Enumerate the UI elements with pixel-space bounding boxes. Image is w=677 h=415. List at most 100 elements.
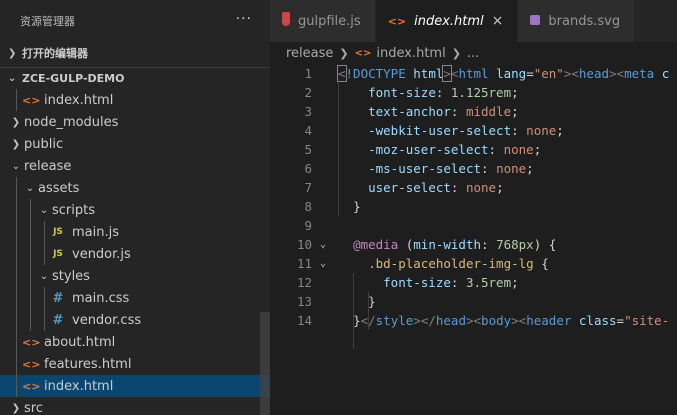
code-line[interactable]: 13 }	[270, 292, 677, 311]
tree-item[interactable]: ⌄ release	[0, 155, 270, 177]
code-line[interactable]: 6 -ms-user-select: none;	[270, 159, 677, 178]
html-file-icon: <>	[22, 379, 41, 393]
tree-indent-guide	[16, 199, 17, 221]
code-text: -webkit-user-select: none;	[368, 123, 564, 138]
tree-item[interactable]: # vendor.css	[0, 309, 270, 331]
chevron-right-icon: ❯	[11, 402, 21, 414]
chevron-right-icon: ❯	[11, 138, 21, 150]
breadcrumb-symbol[interactable]: ...	[467, 46, 479, 61]
code-text: user-select: none;	[368, 180, 504, 195]
sidebar-scrollbar[interactable]	[260, 312, 270, 415]
more-actions-icon[interactable]: ···	[236, 11, 252, 27]
tree-indent-guide	[30, 309, 31, 331]
html-icon: <>	[387, 14, 407, 28]
code-text: }	[368, 294, 376, 309]
tree-indent-guide	[16, 177, 17, 199]
tree-indent-guide	[30, 199, 31, 221]
explorer-header: 资源管理器 ···	[0, 0, 270, 42]
html-file-icon: <>	[22, 93, 41, 107]
code-text: -ms-user-select: none;	[368, 161, 534, 176]
code-line[interactable]: 4 -webkit-user-select: none;	[270, 121, 677, 140]
tree-indent-guide	[16, 353, 17, 375]
tab-bar: gulpfile.js <> index.html × brands.svg	[270, 0, 677, 42]
chevron-right-icon: ❯	[339, 46, 349, 60]
close-icon[interactable]: ×	[492, 13, 504, 29]
tree-item[interactable]: <> features.html	[0, 353, 270, 375]
tree-item-label: main.js	[72, 224, 119, 240]
tab-gulpfile[interactable]: gulpfile.js	[270, 0, 376, 42]
tree-item-label: features.html	[44, 356, 132, 372]
tree-item[interactable]: JS vendor.js	[0, 243, 270, 265]
tree-item-label: main.css	[72, 290, 130, 306]
code-text: }</style></head><body><header class="sit…	[353, 313, 670, 328]
code-line[interactable]: 10 ⌄ @media (min-width: 768px) {	[270, 235, 677, 254]
explorer-title: 资源管理器	[20, 15, 75, 28]
tree-item[interactable]: ❯ public	[0, 133, 270, 155]
tree-item[interactable]: ❯ src	[0, 397, 270, 415]
tree-indent-guide	[16, 331, 17, 353]
code-line[interactable]: 7 user-select: none;	[270, 178, 677, 197]
tree-item[interactable]: ⌄ scripts	[0, 199, 270, 221]
tree-item-label: index.html	[44, 378, 114, 394]
code-line[interactable]: 14 }</style></head><body><header class="…	[270, 311, 677, 330]
tree-item-label: vendor.css	[72, 312, 142, 328]
code-line[interactable]: 12 font-size: 3.5rem;	[270, 273, 677, 292]
code-line[interactable]: 1 <!DOCTYPE html><html lang="en"><head><m…	[270, 64, 677, 83]
code-line[interactable]: 3 text-anchor: middle;	[270, 102, 677, 121]
fold-chevron-icon[interactable]: ⌄	[320, 254, 326, 273]
tree-indent-guide	[16, 265, 17, 287]
tree-indent-guide	[16, 243, 17, 265]
tree-item[interactable]: <> index.html	[0, 375, 270, 397]
code-text: -moz-user-select: none;	[368, 142, 542, 157]
line-number: 4	[304, 123, 312, 138]
line-number: 6	[304, 161, 312, 176]
code-line[interactable]: 9	[270, 216, 677, 235]
code-text: font-size: 1.125rem;	[368, 85, 519, 100]
breadcrumb-file[interactable]: index.html	[376, 46, 445, 61]
code-line[interactable]: 11 ⌄ .bd-placeholder-img-lg {	[270, 254, 677, 273]
tree-item[interactable]: # main.css	[0, 287, 270, 309]
line-number: 1	[304, 66, 312, 81]
tab-brands-svg[interactable]: brands.svg	[518, 0, 636, 42]
line-number: 10	[296, 237, 312, 252]
tree-item-label: scripts	[52, 202, 95, 218]
open-editors-section[interactable]: ❯ 打开的编辑器	[0, 42, 270, 64]
tree-indent-guide	[16, 287, 17, 309]
tree-item[interactable]: JS main.js	[0, 221, 270, 243]
fold-chevron-icon[interactable]: ⌄	[320, 235, 326, 254]
tree-item[interactable]: <> about.html	[0, 331, 270, 353]
css-file-icon: #	[52, 290, 64, 306]
gulp-icon	[282, 12, 290, 30]
breadcrumb-folder[interactable]: release	[286, 46, 333, 61]
tab-label: gulpfile.js	[298, 13, 361, 29]
open-editors-label: 打开的编辑器	[22, 47, 88, 60]
tree-indent-guide	[30, 287, 31, 309]
tree-item[interactable]: ⌄ assets	[0, 177, 270, 199]
tree-item[interactable]: ⌄ styles	[0, 265, 270, 287]
editor-area: gulpfile.js <> index.html × brands.svg r…	[270, 0, 677, 415]
code-line[interactable]: 8 }	[270, 197, 677, 216]
tree-item[interactable]: ❯ node_modules	[0, 111, 270, 133]
html-file-icon: <>	[22, 335, 41, 349]
code-text: text-anchor: middle;	[368, 104, 519, 119]
tree-item-label: about.html	[44, 334, 116, 350]
tree-indent-guide	[16, 309, 17, 331]
chevron-down-icon: ⌄	[25, 182, 35, 194]
tree-item[interactable]: <> index.html	[0, 89, 270, 111]
tree-indent-guide	[30, 265, 31, 287]
code-editor[interactable]: 1 <!DOCTYPE html><html lang="en"><head><m…	[270, 64, 677, 349]
tab-index-html[interactable]: <> index.html ×	[375, 0, 519, 42]
tree-indent-guide	[44, 221, 45, 243]
tree-item-label: src	[24, 400, 43, 415]
chevron-right-icon: ❯	[11, 116, 21, 128]
project-section[interactable]: ⌄ ZCE-GULP-DEMO	[0, 67, 270, 89]
code-text: .bd-placeholder-img-lg {	[368, 256, 549, 271]
code-text: @media (min-width: 768px) {	[353, 237, 557, 252]
code-line[interactable]: 2 font-size: 1.125rem;	[270, 83, 677, 102]
code-text: font-size: 3.5rem;	[383, 275, 519, 290]
css-file-icon: #	[52, 312, 64, 328]
code-line[interactable]: 5 -moz-user-select: none;	[270, 140, 677, 159]
line-number: 14	[296, 313, 312, 328]
breadcrumb: release ❯ <> index.html ❯ ...	[270, 42, 677, 64]
chevron-down-icon: ⌄	[11, 160, 21, 172]
